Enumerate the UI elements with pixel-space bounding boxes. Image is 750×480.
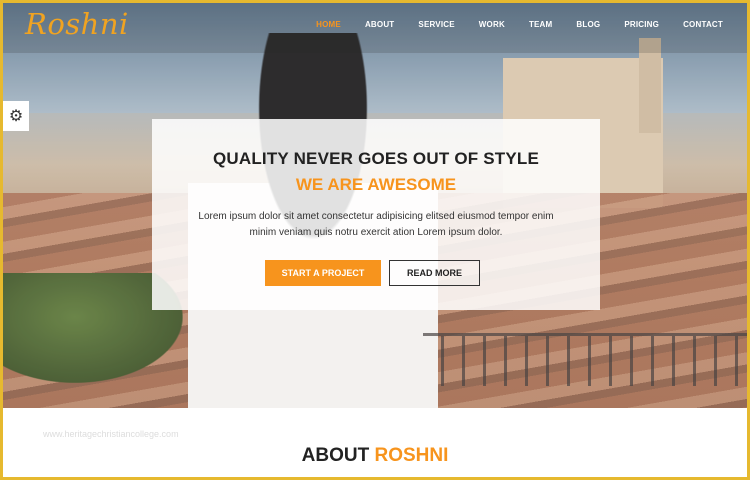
nav-about[interactable]: ABOUT	[365, 20, 394, 29]
main-nav: HOME ABOUT SERVICE WORK TEAM BLOG PRICIN…	[316, 20, 747, 29]
nav-home[interactable]: HOME	[316, 20, 341, 29]
nav-service[interactable]: SERVICE	[418, 20, 454, 29]
gear-icon: ⚙	[8, 108, 24, 125]
settings-toggle[interactable]: ⚙	[3, 101, 29, 131]
page-frame: Roshni HOME ABOUT SERVICE WORK TEAM BLOG…	[3, 3, 747, 477]
watermark-text: www.heritagechristiancollege.com	[43, 429, 179, 439]
about-heading-prefix: ABOUT	[301, 445, 370, 466]
nav-team[interactable]: TEAM	[529, 20, 552, 29]
hero-description: Lorem ipsum dolor sit amet consectetur a…	[198, 211, 554, 238]
hero-title: QUALITY NEVER GOES OUT OF STYLE	[212, 149, 540, 168]
read-more-button[interactable]: READ MORE	[389, 260, 480, 286]
nav-blog[interactable]: BLOG	[576, 20, 600, 29]
hero-section: Roshni HOME ABOUT SERVICE WORK TEAM BLOG…	[3, 3, 747, 408]
navbar: Roshni HOME ABOUT SERVICE WORK TEAM BLOG…	[3, 3, 747, 53]
about-heading-accent: ROSHNI	[374, 445, 449, 466]
site-logo[interactable]: Roshni	[25, 7, 129, 41]
nav-pricing[interactable]: PRICING	[624, 20, 659, 29]
hero-card: QUALITY NEVER GOES OUT OF STYLE WE ARE A…	[152, 119, 600, 310]
nav-work[interactable]: WORK	[479, 20, 505, 29]
about-heading: ABOUT ROSHNI	[3, 445, 747, 467]
nav-contact[interactable]: CONTACT	[683, 20, 723, 29]
start-project-button[interactable]: START A PROJECT	[265, 260, 381, 286]
hero-subtitle: WE ARE AWESOME	[295, 175, 457, 194]
